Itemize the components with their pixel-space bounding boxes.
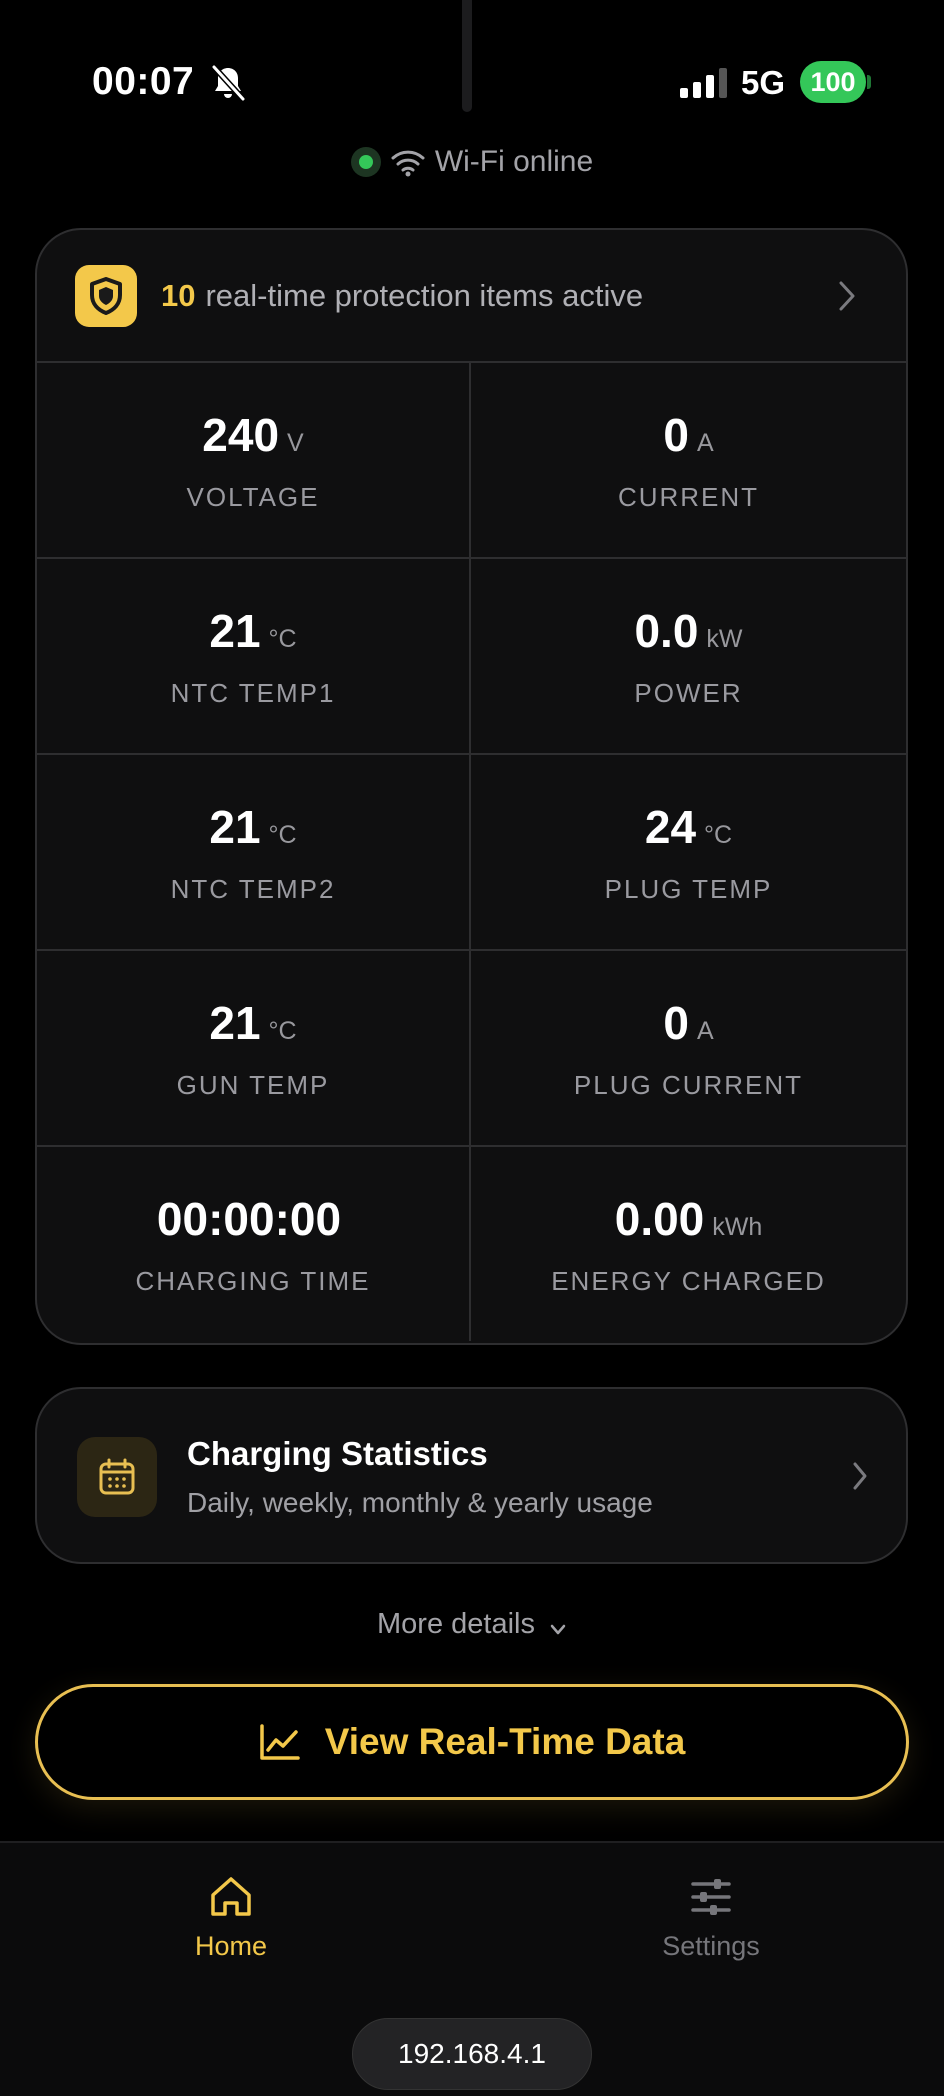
ip-address-pill: 192.168.4.1 [352, 2018, 592, 2090]
metric-voltage: 240 V VOLTAGE [37, 363, 471, 559]
online-dot-icon [350, 147, 381, 177]
wifi-status-label: Wi-Fi online [434, 145, 594, 178]
stats-title: Charging Statistics [187, 1435, 488, 1472]
metric-unit: kWh [712, 1212, 763, 1241]
status-bar: 00:07 5G 100 [0, 0, 944, 130]
metric-unit: V [287, 428, 304, 457]
sliders-icon [691, 1879, 731, 1915]
battery-nub [867, 75, 871, 89]
metric-unit: kW [706, 624, 743, 653]
line-chart-icon [259, 1724, 300, 1760]
metric-unit: °C [268, 624, 297, 653]
metric-value: 24 [644, 800, 697, 853]
tab-home[interactable]: Home [131, 1875, 331, 1962]
metric-value: 0.00 [614, 1192, 705, 1245]
metric-charging-time: 00:00:00 CHARGING TIME [37, 1147, 471, 1341]
camera-notch [462, 0, 472, 112]
metric-ntc-temp2: 21 °C NTC TEMP2 [37, 755, 471, 951]
metric-label: CHARGING TIME [135, 1265, 371, 1296]
metric-label: CURRENT [617, 481, 760, 512]
protection-row[interactable]: 10 real-time protection items active [37, 230, 906, 363]
metrics-card: 10 real-time protection items active 240 V… [35, 228, 908, 1345]
protection-summary: 10 real-time protection items active [161, 278, 643, 314]
metric-power: 0.0 kW POWER [471, 559, 906, 755]
metric-unit: A [696, 1016, 714, 1045]
metric-value: 0.0 [634, 604, 699, 657]
protection-count: 10 [161, 277, 196, 313]
chevron-down-icon [550, 1624, 566, 1634]
metric-value: 240 [202, 408, 280, 461]
metric-label: PLUG TEMP [604, 873, 773, 904]
metric-plug-current: 0A PLUG CURRENT [471, 951, 906, 1147]
more-details-toggle[interactable]: More details [0, 1608, 944, 1641]
home-icon [211, 1877, 251, 1916]
metric-value: 0 [663, 408, 689, 461]
chevron-right-icon [853, 1462, 867, 1490]
metric-value: 21 [209, 604, 261, 657]
metric-label: VOLTAGE [186, 481, 320, 512]
metric-unit: °C [268, 820, 297, 849]
metric-unit: °C [704, 820, 733, 849]
charging-statistics-card[interactable]: Charging Statistics Daily, weekly, month… [35, 1387, 908, 1564]
metric-ntc-temp1: 21 °C NTC TEMP1 [37, 559, 471, 755]
metric-value: 0 [663, 996, 689, 1049]
metric-value: 00:00:00 [156, 1192, 342, 1245]
metric-label: GUN TEMP [176, 1069, 330, 1100]
metric-value: 21 [209, 800, 261, 853]
wifi-icon [391, 150, 425, 177]
tab-home-label: Home [194, 1931, 268, 1961]
network-type: 5G [741, 64, 786, 101]
cellular-signal-icon [680, 68, 727, 98]
metric-label: NTC TEMP1 [170, 677, 336, 708]
connection-status: Wi-Fi online [0, 142, 944, 182]
protection-text: real-time protection items active [205, 277, 644, 313]
metric-label: NTC TEMP2 [170, 873, 336, 904]
realtime-button-label: View Real-Time Data [324, 1721, 686, 1762]
status-time: 00:07 [92, 60, 195, 103]
tab-settings-label: Settings [662, 1931, 760, 1961]
view-realtime-data-button[interactable]: View Real-Time Data [35, 1684, 909, 1800]
metric-label: PLUG CURRENT [573, 1069, 804, 1100]
metric-unit: A [696, 428, 714, 457]
metric-plug-temp: 24 °C PLUG TEMP [471, 755, 906, 951]
metric-energy-charged: 0.00 kWh ENERGY CHARGED [471, 1147, 906, 1341]
shield-icon [75, 264, 137, 327]
more-details-label: More details [377, 1608, 535, 1640]
metric-label: ENERGY CHARGED [551, 1265, 826, 1296]
metric-label: POWER [634, 677, 743, 708]
tab-bar: Home Settings 192.168.4.1 [0, 1841, 944, 2096]
metric-gun-temp: 21 °C GUN TEMP [37, 951, 471, 1147]
battery-indicator: 100 [800, 61, 866, 103]
stats-subtitle: Daily, weekly, monthly & yearly usage [187, 1487, 653, 1518]
metric-unit: °C [268, 1016, 297, 1045]
tab-settings[interactable]: Settings [611, 1875, 811, 1962]
chevron-right-icon [839, 281, 855, 311]
metrics-grid: 240 V VOLTAGE 0A CURRENT 21 °C NTC TEMP1 0… [37, 363, 906, 1341]
metric-value: 21 [209, 996, 261, 1049]
bell-off-icon [211, 64, 246, 102]
calendar-icon [77, 1437, 157, 1517]
metric-current: 0A CURRENT [471, 363, 906, 559]
